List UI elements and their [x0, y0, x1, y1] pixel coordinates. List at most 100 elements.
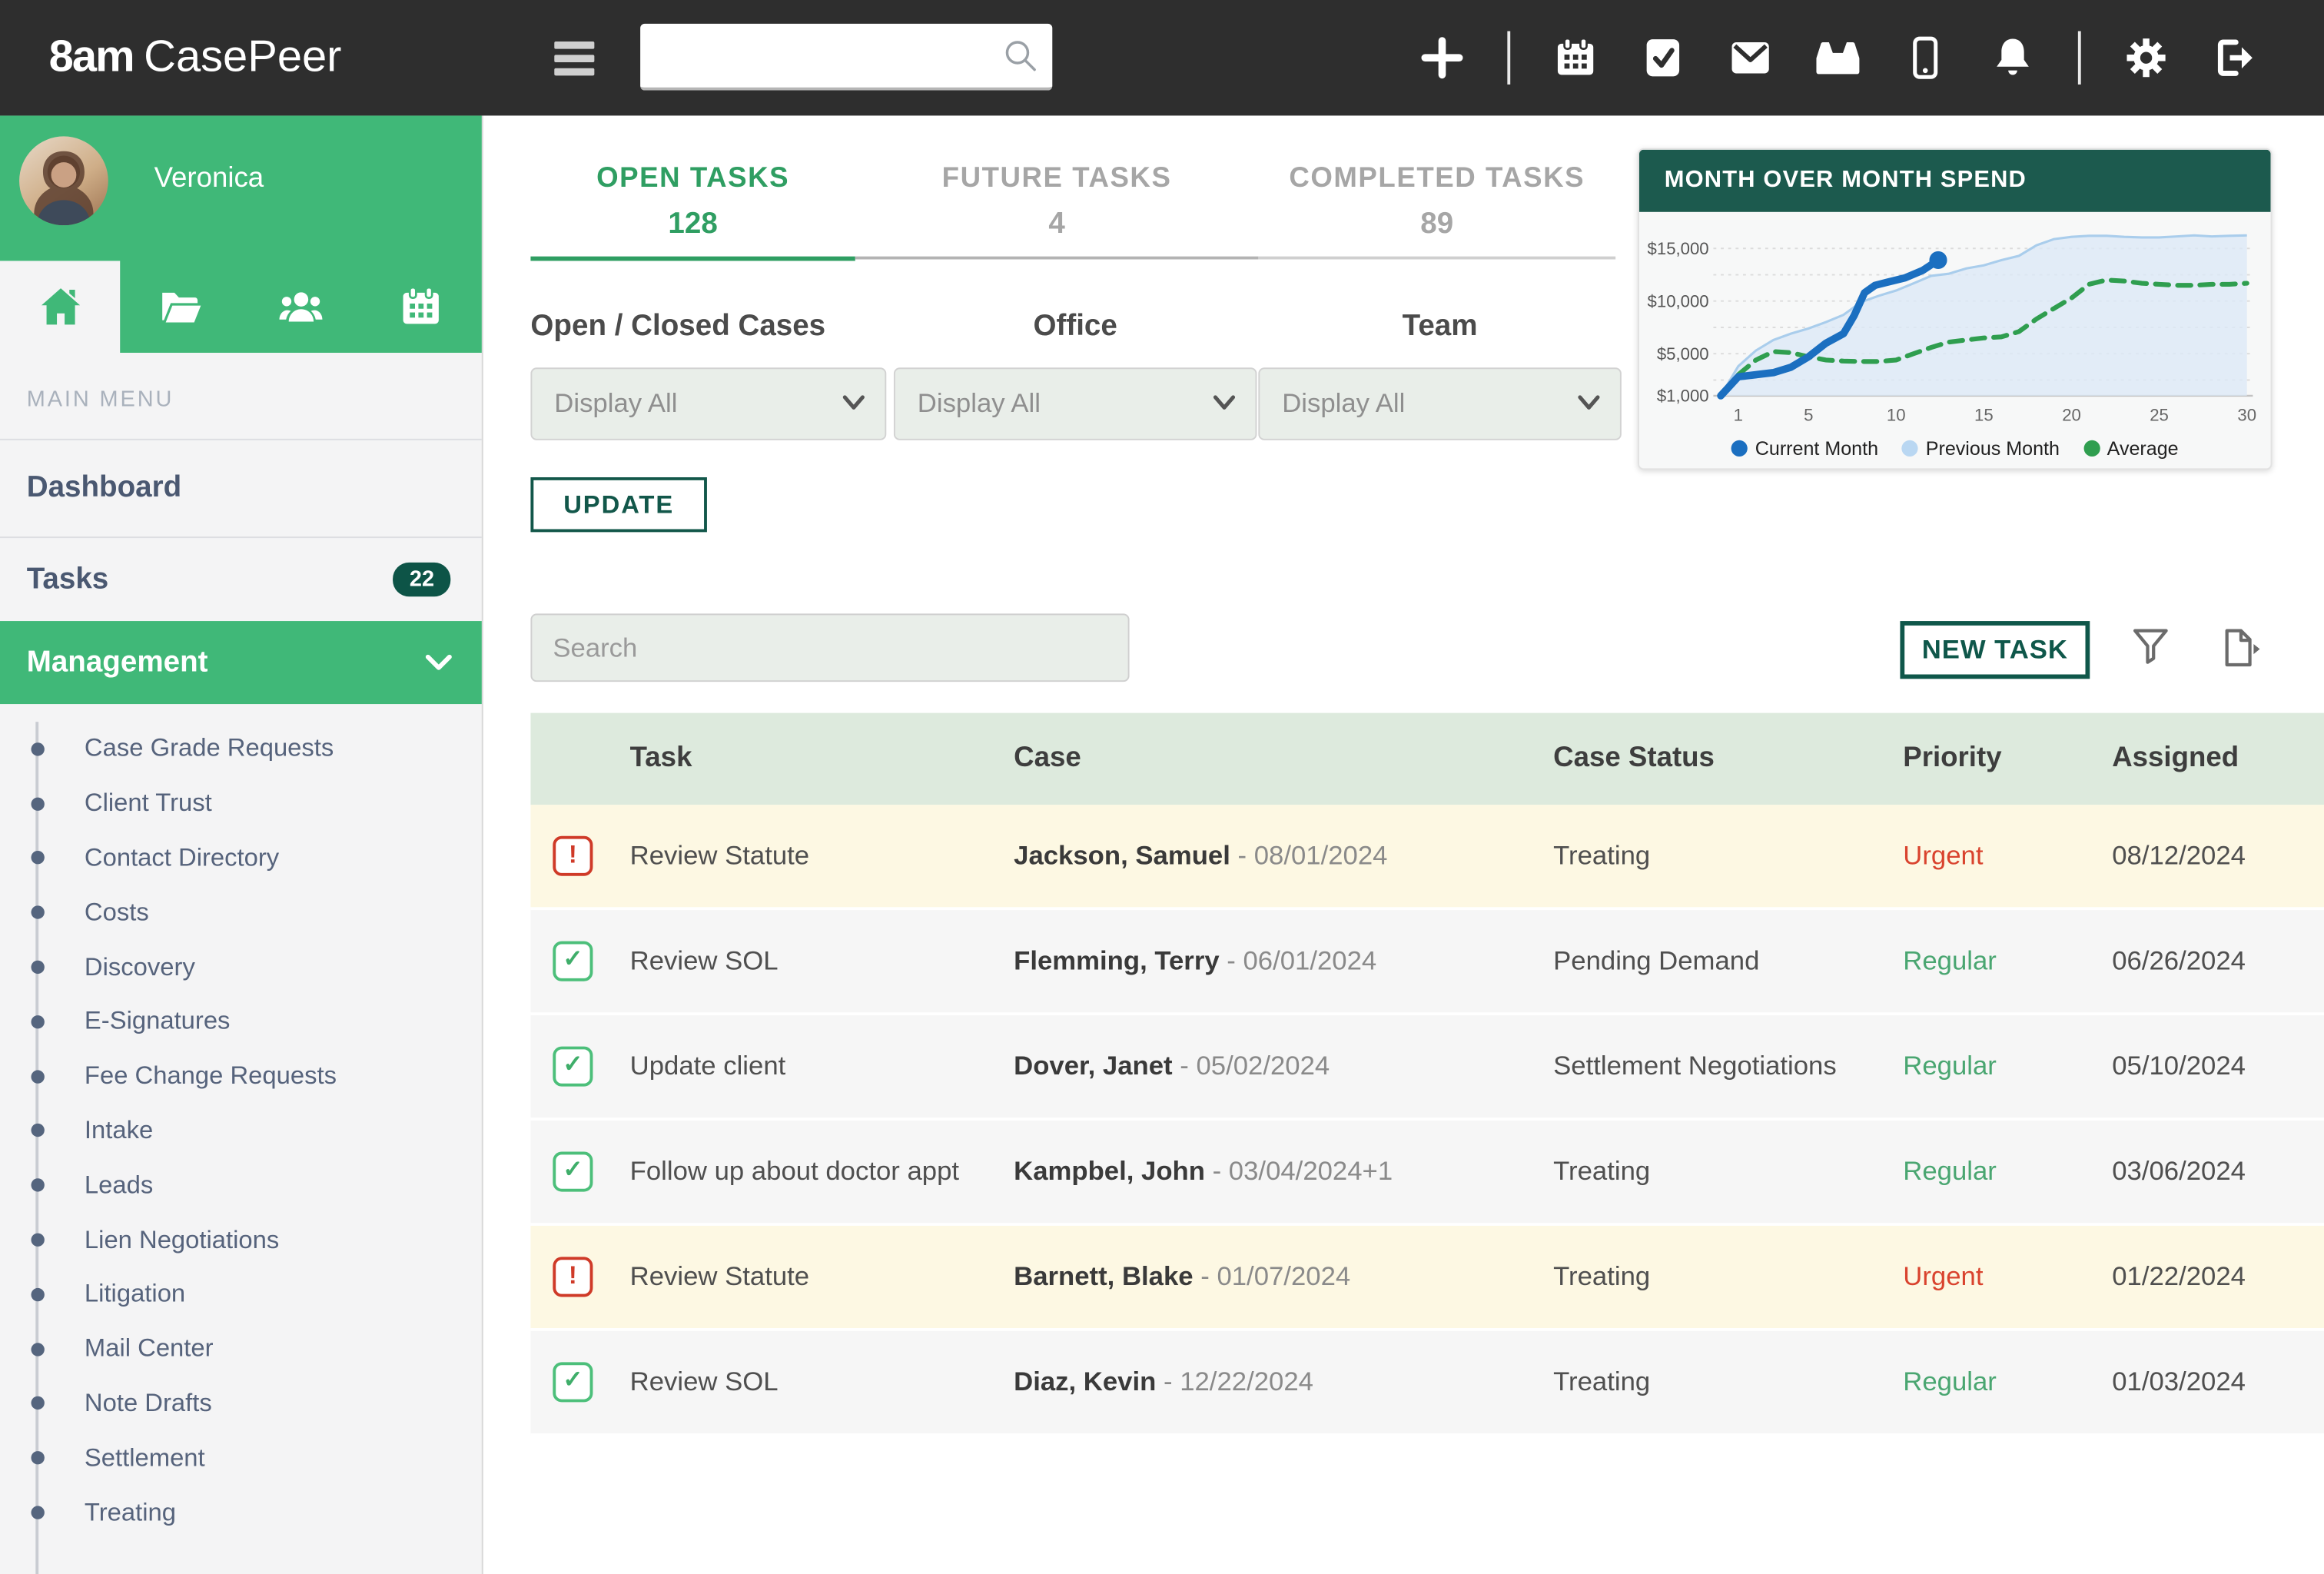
filter-icon[interactable]	[2130, 626, 2174, 670]
calendar-icon[interactable]	[1553, 35, 1598, 80]
priority-cell: Regular	[1903, 1121, 1997, 1223]
assigned-date-cell: 06/26/2024	[2112, 910, 2246, 1012]
case-cell[interactable]: Flemming, Terry - 06/01/2024	[1014, 910, 1376, 1012]
checkbox-done-icon[interactable]: ✓	[553, 1046, 593, 1086]
table-header-row: Task Case Case Status Priority Assigned	[530, 713, 2324, 805]
bell-icon[interactable]	[1990, 35, 2035, 80]
avatar[interactable]	[19, 136, 108, 225]
sidebar-user-header: Veronica	[0, 115, 482, 353]
tab-completed-tasks[interactable]: COMPLETED TASKS89	[1258, 115, 1615, 259]
table-row[interactable]: !Review StatuteJackson, Samuel - 08/01/2…	[530, 805, 2324, 910]
mail-icon[interactable]	[1728, 35, 1773, 80]
sidebar-subitem[interactable]: Discovery	[0, 940, 482, 995]
svg-text:20: 20	[2062, 406, 2081, 425]
case-status-cell: Treating	[1553, 805, 1650, 907]
case-status-cell: Pending Demand	[1553, 910, 1759, 1012]
sidebar-subitem[interactable]: Mail Center	[0, 1322, 482, 1376]
case-cell[interactable]: Kampbel, John - 03/04/2024+1	[1014, 1121, 1393, 1223]
case-cell[interactable]: Jackson, Samuel - 08/01/2024	[1014, 805, 1387, 907]
search-icon[interactable]	[1002, 37, 1041, 75]
sidebar-subitem[interactable]: Fee Change Requests	[0, 1049, 482, 1104]
svg-text:10: 10	[1887, 406, 1906, 425]
sidebar: Veronica MAIN MENU Dashboard Tasks 22 Ma…	[0, 115, 483, 1574]
case-status-cell: Treating	[1553, 1121, 1650, 1223]
urgent-icon[interactable]: !	[553, 835, 593, 875]
chevron-down-icon	[842, 394, 865, 412]
urgent-icon[interactable]: !	[553, 1256, 593, 1296]
case-status-cell: Settlement Negotiations	[1553, 1015, 1837, 1117]
legend-item: Previous Month	[1902, 437, 2060, 460]
svg-text:5: 5	[1804, 406, 1813, 425]
sidebar-tab-users[interactable]	[241, 261, 361, 353]
inbox-icon[interactable]	[1815, 35, 1860, 80]
export-icon[interactable]	[2217, 626, 2262, 670]
legend-dot	[1731, 440, 1748, 457]
filter-value: Display All	[1282, 369, 1405, 439]
filter-select-team[interactable]: Display All	[1258, 367, 1621, 440]
main-content: OPEN TASKS128FUTURE TASKS4COMPLETED TASK…	[485, 115, 2324, 1574]
legend-item: Current Month	[1731, 437, 1878, 460]
column-header[interactable]: Priority	[1903, 713, 2001, 805]
checkbox-done-icon[interactable]: ✓	[553, 1151, 593, 1191]
sidebar-subitem[interactable]: Case Grade Requests	[0, 722, 482, 776]
task-cell: Review SOL	[630, 1331, 779, 1433]
sidebar-subitem[interactable]: Settlement	[0, 1431, 482, 1486]
table-row[interactable]: !Review StatuteBarnett, Blake - 01/07/20…	[530, 1226, 2324, 1331]
table-body: !Review StatuteJackson, Samuel - 08/01/2…	[530, 805, 2324, 1436]
global-search-input[interactable]	[640, 24, 1052, 88]
divider	[1507, 31, 1510, 84]
sidebar-subitem[interactable]: Treating	[0, 1486, 482, 1540]
priority-cell: Regular	[1903, 910, 1997, 1012]
sidebar-tab-folder[interactable]	[121, 261, 241, 353]
sidebar-item-management[interactable]: Management	[0, 621, 482, 704]
sidebar-subitem[interactable]: E-Signatures	[0, 995, 482, 1049]
sidebar-subitem[interactable]: Costs	[0, 885, 482, 940]
table-row[interactable]: ✓Update clientDover, Janet - 05/02/2024S…	[530, 1015, 2324, 1121]
sidebar-tab-calendar[interactable]	[361, 261, 482, 353]
task-cell: Review SOL	[630, 910, 779, 1012]
table-row[interactable]: ✓ Review SOL Flemming, Terry - 06/01/2024 P…	[530, 910, 2324, 1015]
column-header[interactable]: Task	[630, 713, 692, 805]
table-row[interactable]: ✓Review SOLDiaz, Kevin - 12/22/2024Treat…	[530, 1331, 2324, 1436]
settings-icon[interactable]	[2124, 35, 2169, 80]
priority-cell: Urgent	[1903, 1226, 1983, 1328]
column-header[interactable]: Case	[1014, 713, 1081, 805]
new-task-button[interactable]: NEW TASK	[1900, 621, 2090, 679]
filter-value: Display All	[918, 369, 1041, 439]
filter-select-office[interactable]: Display All	[894, 367, 1257, 440]
add-icon[interactable]	[1420, 35, 1465, 80]
hamburger-menu-icon[interactable]	[554, 42, 594, 75]
column-header[interactable]: Assigned	[2112, 713, 2239, 805]
case-cell[interactable]: Diaz, Kevin - 12/22/2024	[1014, 1331, 1313, 1433]
task-search-input[interactable]	[530, 613, 1129, 682]
tab-future-tasks[interactable]: FUTURE TASKS4	[855, 115, 1259, 259]
tab-open-tasks[interactable]: OPEN TASKS128	[530, 115, 855, 261]
sidebar-subitem[interactable]: Intake	[0, 1104, 482, 1158]
sidebar-item-dashboard[interactable]: Dashboard	[0, 440, 482, 536]
update-button[interactable]: UPDATE	[530, 477, 706, 532]
signout-icon[interactable]	[2211, 35, 2256, 80]
filter-label: Open / Closed Cases	[530, 310, 886, 354]
app-logo[interactable]: 8am CasePeer	[49, 0, 342, 115]
filter-label: Team	[1258, 310, 1621, 354]
sidebar-subitem[interactable]: Note Drafts	[0, 1376, 482, 1431]
sidebar-tab-home[interactable]	[0, 261, 121, 353]
topbar-icons	[1420, 0, 2256, 115]
sidebar-subitem[interactable]: Leads	[0, 1158, 482, 1213]
sidebar-subitem[interactable]: Contact Directory	[0, 831, 482, 885]
checkbox-done-icon[interactable]: ✓	[553, 941, 593, 981]
sidebar-subitem[interactable]: Lien Negotiations	[0, 1213, 482, 1267]
filter-select-open-closed-cases[interactable]: Display All	[530, 367, 886, 440]
checkbox-done-icon[interactable]: ✓	[553, 1361, 593, 1401]
tasks-icon[interactable]	[1641, 35, 1685, 80]
table-row[interactable]: ✓Follow up about doctor apptKampbel, Joh…	[530, 1121, 2324, 1226]
column-header[interactable]: Case Status	[1553, 713, 1715, 805]
case-cell[interactable]: Barnett, Blake - 01/07/2024	[1014, 1226, 1350, 1328]
sidebar-subitem[interactable]: Litigation	[0, 1267, 482, 1322]
tasks-count-badge: 22	[393, 563, 451, 596]
case-cell[interactable]: Dover, Janet - 05/02/2024	[1014, 1015, 1330, 1117]
sidebar-item-tasks[interactable]: Tasks 22	[0, 538, 482, 621]
sidebar-subitem[interactable]: Client Trust	[0, 776, 482, 831]
svg-text:$5,000: $5,000	[1657, 344, 1709, 364]
mobile-icon[interactable]	[1903, 35, 1947, 80]
